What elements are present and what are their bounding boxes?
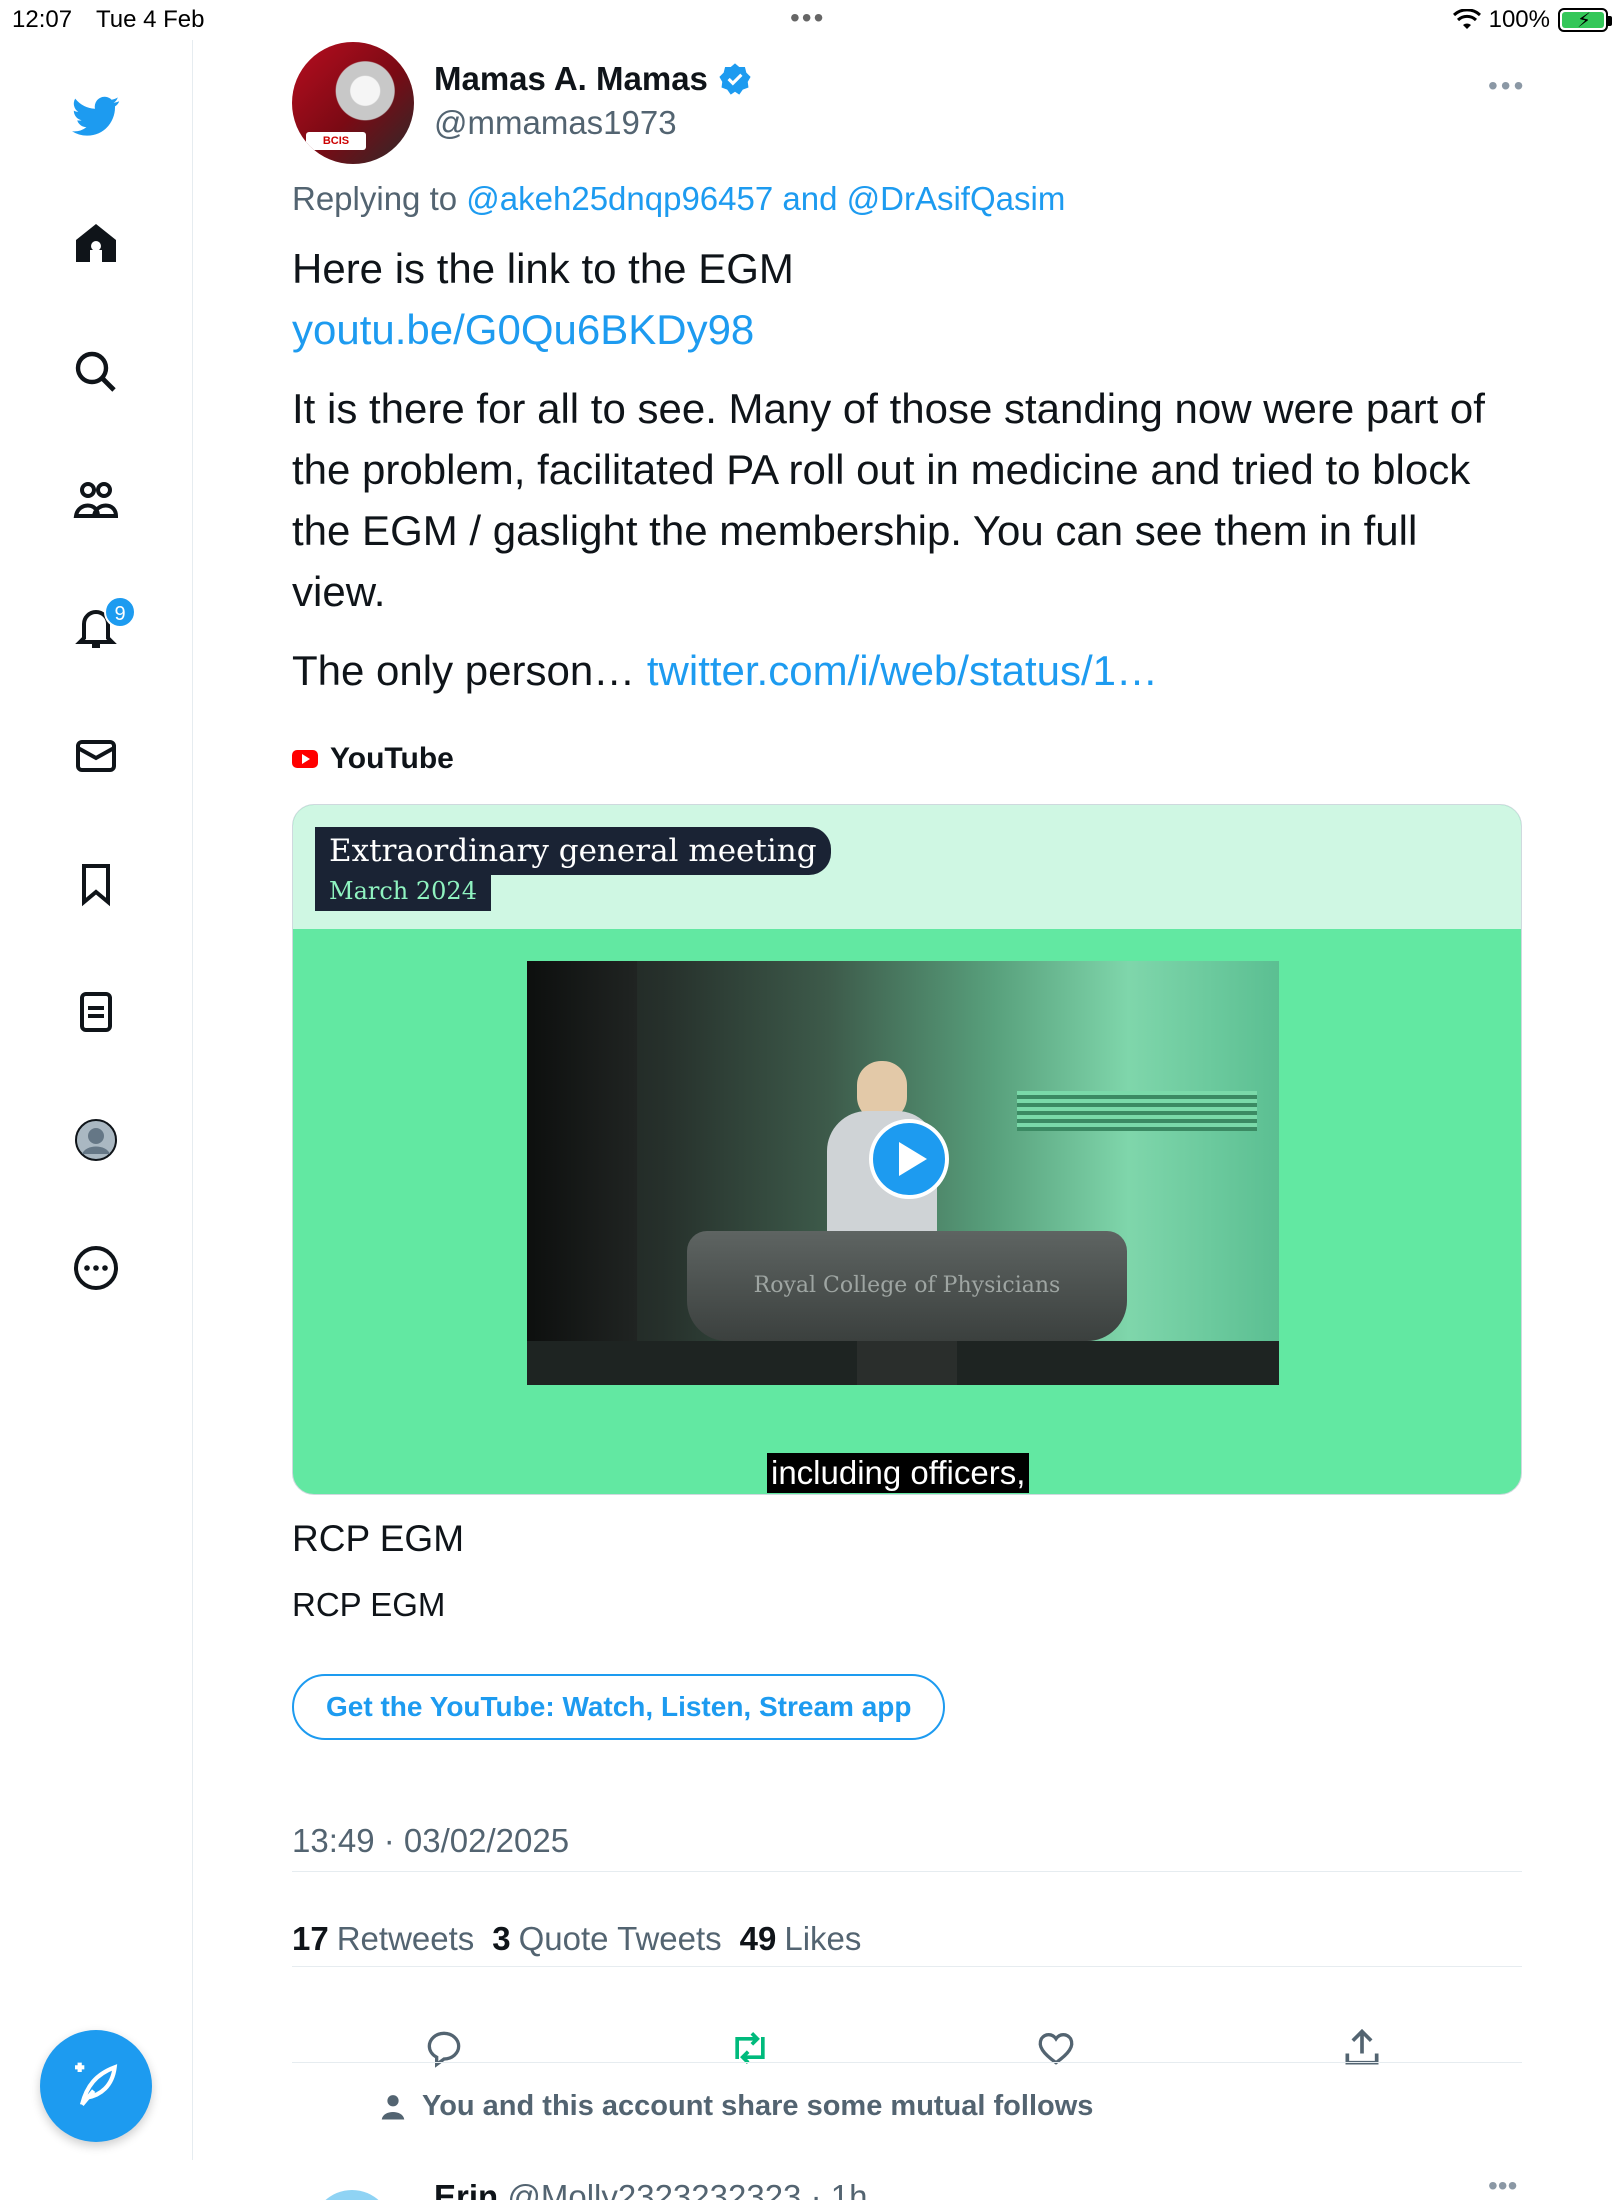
card-source-label: YouTube xyxy=(330,742,454,775)
more-options-icon[interactable] xyxy=(68,1240,124,1296)
avatar-logo: BCIS xyxy=(306,132,366,150)
battery-percent: 100% xyxy=(1488,6,1550,33)
lectern-base xyxy=(857,1341,957,1385)
divider xyxy=(292,1871,1522,1872)
battery-icon: ⚡ xyxy=(1558,8,1612,32)
tweet-text: Here is the link to the EGM youtu.be/G0Q… xyxy=(292,238,1522,719)
notification-badge: 9 xyxy=(104,596,136,628)
divider xyxy=(292,1966,1522,1967)
video-card[interactable]: Extraordinary general meeting March 2024… xyxy=(292,804,1522,1495)
next-tweet-time: · 1h xyxy=(810,2178,868,2200)
verified-badge-icon xyxy=(719,63,751,95)
next-tweet-more-icon[interactable]: ••• xyxy=(1488,2170,1517,2200)
retweets-label: Retweets xyxy=(336,1920,475,1957)
mutual-follows-text: You and this account share some mutual f… xyxy=(422,2090,1094,2122)
compose-feather-icon xyxy=(75,2062,118,2107)
author-handle[interactable]: @mmamas1973 xyxy=(434,104,677,142)
lectern: Royal College of Physicians xyxy=(687,1231,1127,1341)
wifi-icon xyxy=(1452,9,1481,29)
video-date-overlay: March 2024 xyxy=(315,871,491,911)
lists-icon[interactable] xyxy=(68,984,124,1040)
retweets-count: 17 xyxy=(292,1920,329,1957)
divider xyxy=(292,2062,1522,2063)
twitter-logo-icon[interactable] xyxy=(68,88,124,144)
youtube-icon xyxy=(292,750,318,768)
replying-to: Replying to @akeh25dnqp96457 and @DrAsif… xyxy=(292,180,1065,218)
card-source: YouTube xyxy=(292,742,454,776)
youtube-link[interactable]: youtu.be/G0Qu6BKDy98 xyxy=(292,306,754,353)
video-title-overlay: Extraordinary general meeting xyxy=(315,827,831,875)
replying-and[interactable]: and xyxy=(782,180,837,217)
next-tweet-header: Erin @Molly2323232323 · 1h xyxy=(434,2178,867,2200)
quote-tweets-stat[interactable]: 3 Quote Tweets xyxy=(492,1920,721,1958)
notifications-bell-icon[interactable]: 9 xyxy=(68,596,136,656)
stage-curtain xyxy=(527,961,637,1385)
share-icon[interactable] xyxy=(1332,2018,1392,2078)
quotes-count: 3 xyxy=(492,1920,511,1957)
sidebar: 9 xyxy=(0,40,193,2160)
likes-count: 49 xyxy=(739,1920,777,1957)
tweet-more-options-icon[interactable]: ••• xyxy=(1488,70,1526,102)
status-bar: 12:07 Tue 4 Feb ••• 100% ⚡ xyxy=(0,0,1620,40)
tweet-timestamp[interactable]: 13:49 · 03/02/2025 xyxy=(292,1822,569,1860)
status-time: 12:07 xyxy=(12,6,73,33)
retweets-stat[interactable]: 17 Retweets xyxy=(292,1920,474,1958)
play-button-icon[interactable] xyxy=(869,1119,949,1199)
replying-user-link-2[interactable]: @DrAsifQasim xyxy=(847,180,1066,217)
next-tweet-name[interactable]: Erin xyxy=(434,2178,498,2200)
tweet-text-line1: Here is the link to the EGM xyxy=(292,245,794,292)
likes-label: Likes xyxy=(784,1920,862,1957)
next-tweet-preview[interactable]: Erin @Molly2323232323 · 1h ••• xyxy=(292,2170,1522,2200)
like-icon[interactable] xyxy=(1026,2018,1086,2078)
author-name[interactable]: Mamas A. Mamas xyxy=(434,60,708,98)
card-title[interactable]: RCP EGM xyxy=(292,1518,464,1560)
next-tweet-handle[interactable]: @Molly2323232323 xyxy=(507,2178,801,2200)
get-app-button[interactable]: Get the YouTube: Watch, Listen, Stream a… xyxy=(292,1674,946,1740)
home-icon[interactable] xyxy=(68,216,124,272)
tweet-paragraph-3: The only person… xyxy=(292,647,636,694)
status-indicators: 100% ⚡ xyxy=(1452,6,1612,34)
card-description: RCP EGM xyxy=(292,1586,446,1623)
bookmarks-icon[interactable] xyxy=(68,856,124,912)
next-tweet-avatar[interactable] xyxy=(312,2190,392,2200)
profile-avatar-icon[interactable] xyxy=(68,1112,124,1168)
author-name-row[interactable]: Mamas A. Mamas xyxy=(434,60,752,98)
tweet-stats: 17 Retweets 3 Quote Tweets 49 Likes xyxy=(292,1920,861,1958)
communities-icon[interactable] xyxy=(68,472,124,528)
search-icon[interactable] xyxy=(68,344,124,400)
replying-prefix: Replying to xyxy=(292,180,458,217)
reply-icon[interactable] xyxy=(414,2018,474,2078)
person-icon xyxy=(381,2094,405,2119)
wall-vent xyxy=(1017,1091,1257,1131)
quotes-label: Quote Tweets xyxy=(518,1920,722,1957)
multitasking-dots-icon[interactable]: ••• xyxy=(790,2,825,34)
retweet-icon[interactable] xyxy=(720,2018,780,2078)
likes-stat[interactable]: 49 Likes xyxy=(740,1920,862,1958)
tweet-paragraph-2: It is there for all to see. Many of thos… xyxy=(292,385,1485,615)
tweet-actions xyxy=(292,2018,1522,2098)
status-date: Tue 4 Feb xyxy=(96,6,205,33)
video-caption: including officers, xyxy=(767,1453,1030,1493)
compose-tweet-button[interactable] xyxy=(40,2030,152,2142)
author-avatar[interactable]: BCIS xyxy=(292,42,414,164)
messages-icon[interactable] xyxy=(68,728,124,784)
mutual-follows-notice: You and this account share some mutual f… xyxy=(378,2090,1093,2123)
status-link[interactable]: twitter.com/i/web/status/1… xyxy=(647,647,1158,694)
replying-user-link-1[interactable]: @akeh25dnqp96457 xyxy=(466,180,773,217)
